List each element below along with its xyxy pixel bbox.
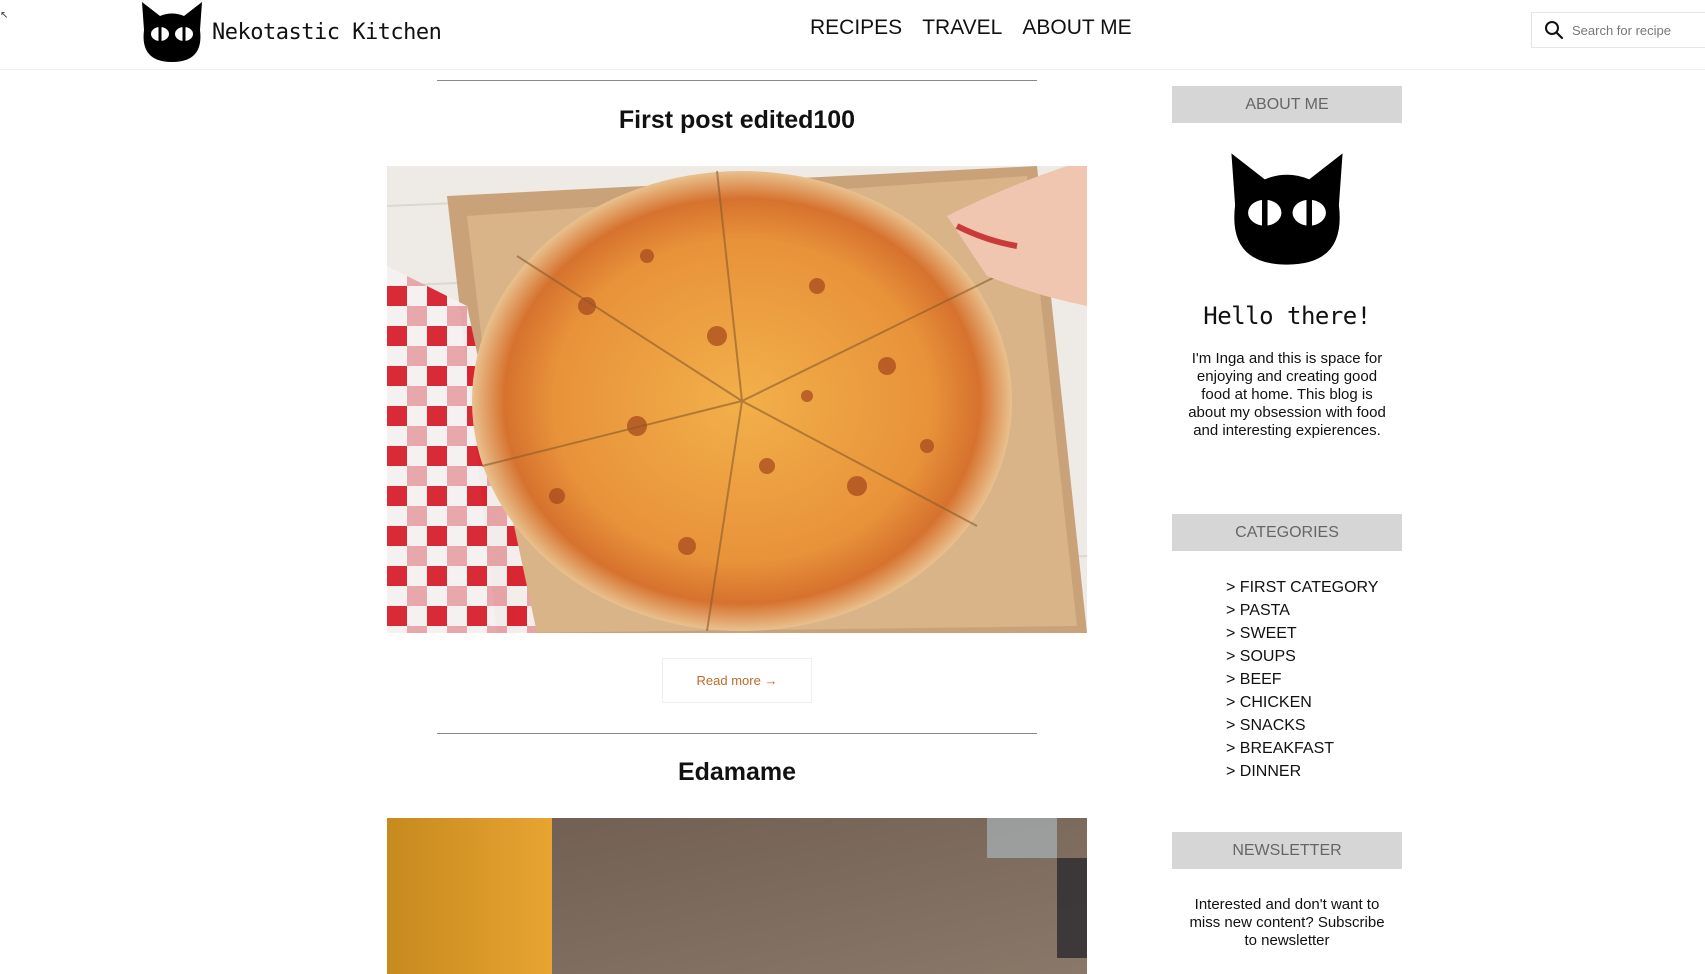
newsletter-heading: NEWSLETTER <box>1172 832 1402 869</box>
post-image-pizza[interactable] <box>387 166 1087 633</box>
list-item: > PASTA <box>1226 599 1378 622</box>
post-image-edamame[interactable] <box>387 818 1087 974</box>
nav-recipes[interactable]: RECIPES <box>810 16 902 40</box>
category-link[interactable]: > BREAKFAST <box>1226 740 1334 757</box>
site-header: ↖ Nekotastic Kitchen RECIPES TRAVEL ABOU… <box>0 0 1705 70</box>
cat-logo-icon <box>142 2 202 62</box>
nav-about-me[interactable]: ABOUT ME <box>1022 16 1131 40</box>
post-title[interactable]: Edamame <box>387 758 1087 787</box>
categories-heading: CATEGORIES <box>1172 514 1402 551</box>
list-item: > BEEF <box>1226 668 1378 691</box>
read-more-button[interactable]: Read more → <box>662 658 812 703</box>
mouse-cursor-icon: ↖ <box>0 10 9 21</box>
list-item: > SWEET <box>1226 622 1378 645</box>
post-divider <box>437 733 1037 734</box>
list-item: > BREAKFAST <box>1226 737 1378 760</box>
post-title[interactable]: First post edited100 <box>387 106 1087 135</box>
nav-travel[interactable]: TRAVEL <box>922 16 1002 40</box>
post-divider <box>437 80 1037 81</box>
list-item: > CHICKEN <box>1226 691 1378 714</box>
category-list: > FIRST CATEGORY > PASTA > SWEET > SOUPS… <box>1226 576 1378 783</box>
category-link[interactable]: > SNACKS <box>1226 717 1306 734</box>
site-logo[interactable]: Nekotastic Kitchen <box>138 0 442 64</box>
cat-avatar-icon <box>1231 153 1343 265</box>
category-link[interactable]: > SOUPS <box>1226 648 1296 665</box>
category-link[interactable]: > PASTA <box>1226 602 1290 619</box>
logo-text: Nekotastic Kitchen <box>212 19 442 45</box>
edamame-image <box>387 818 1087 974</box>
newsletter-text: Interested and don't want to miss new co… <box>1189 896 1385 949</box>
search-box[interactable] <box>1531 12 1705 48</box>
pizza-image <box>387 166 1087 633</box>
category-link[interactable]: > SWEET <box>1226 625 1297 642</box>
list-item: > SNACKS <box>1226 714 1378 737</box>
search-icon[interactable] <box>1544 20 1564 40</box>
category-link[interactable]: > DINNER <box>1226 763 1301 780</box>
list-item: > DINNER <box>1226 760 1378 783</box>
main-nav: RECIPES TRAVEL ABOUT ME <box>810 16 1132 40</box>
list-item: > SOUPS <box>1226 645 1378 668</box>
category-link[interactable]: > CHICKEN <box>1226 694 1312 711</box>
list-item: > FIRST CATEGORY <box>1226 576 1378 599</box>
about-text: I'm Inga and this is space for enjoying … <box>1188 350 1386 439</box>
greeting: Hello there! <box>1203 302 1371 330</box>
search-input[interactable] <box>1572 22 1702 38</box>
category-link[interactable]: > BEEF <box>1226 671 1282 688</box>
about-me-heading: ABOUT ME <box>1172 86 1402 123</box>
category-link[interactable]: > FIRST CATEGORY <box>1226 579 1378 596</box>
